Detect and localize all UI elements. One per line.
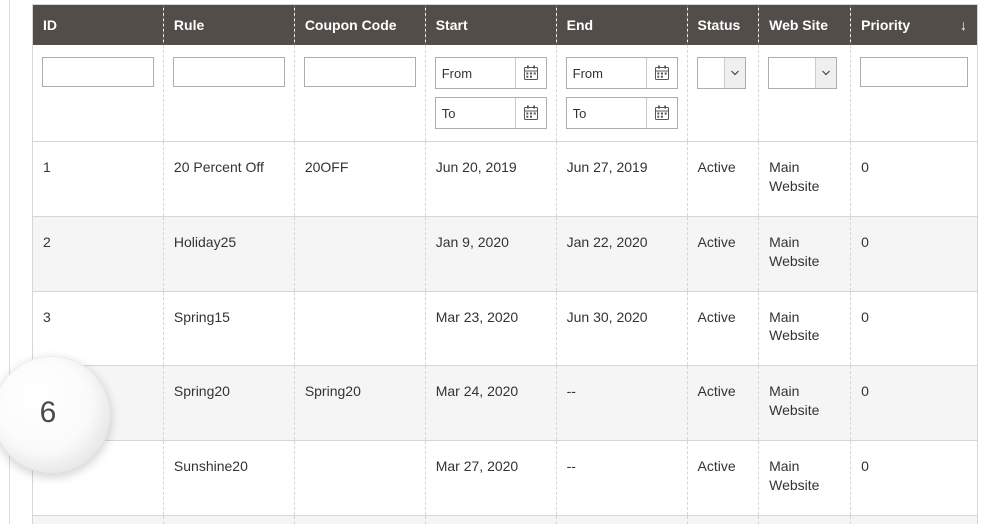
col-header-rule[interactable]: Rule (163, 5, 294, 46)
filter-id-input[interactable] (42, 57, 154, 87)
cell-rule: Spring20 (163, 366, 294, 441)
filter-rule-input[interactable] (173, 57, 285, 87)
cell-start: Jun 20, 2019 (425, 142, 556, 217)
page-left-divider (9, 0, 10, 524)
col-header-id[interactable]: ID (33, 5, 164, 46)
filter-start-from[interactable] (435, 57, 547, 89)
calendar-icon[interactable] (515, 98, 546, 128)
cell-web: Main Website (759, 142, 851, 217)
col-header-status[interactable]: Status (687, 5, 759, 46)
filter-end-from[interactable] (566, 57, 678, 89)
cell-status: Active (687, 441, 759, 516)
col-header-priority[interactable]: Priority ↓ (851, 5, 978, 46)
cell-code: Spring20 (294, 366, 425, 441)
cell-end: -- (556, 441, 687, 516)
cell-rule: Spring15 (163, 291, 294, 366)
chevron-down-icon (815, 58, 836, 88)
cell-prio: 0 (851, 291, 978, 366)
filter-website-value (769, 58, 815, 88)
cell-web: Main Website (759, 366, 851, 441)
table-header-row: ID Rule Coupon Code Start End Status Web… (33, 5, 978, 46)
col-header-code[interactable]: Coupon Code (294, 5, 425, 46)
cell-start: Apr 12, 2020 (425, 515, 556, 524)
cell-rule: SpringTime15 (163, 515, 294, 524)
cell-web: Main Website (759, 441, 851, 516)
calendar-icon[interactable] (515, 58, 546, 88)
calendar-icon[interactable] (646, 98, 677, 128)
sort-desc-icon: ↓ (960, 17, 967, 33)
cell-web: Main Website (759, 515, 851, 524)
cell-status: Active (687, 366, 759, 441)
filter-end-to-input[interactable] (567, 98, 646, 128)
cell-prio: 0 (851, 366, 978, 441)
cell-start: Jan 9, 2020 (425, 216, 556, 291)
cell-id: 6 (33, 515, 164, 524)
col-header-web[interactable]: Web Site (759, 5, 851, 46)
calendar-icon[interactable] (646, 58, 677, 88)
filter-start-from-input[interactable] (436, 58, 515, 88)
filter-website-select[interactable] (768, 57, 837, 89)
cell-end: Jun 30, 2020 (556, 291, 687, 366)
cell-rule: 20 Percent Off (163, 142, 294, 217)
filter-code-input[interactable] (304, 57, 416, 87)
table-row[interactable]: 2 Holiday25 Jan 9, 2020 Jan 22, 2020 Act… (33, 216, 978, 291)
cell-end: Jan 22, 2020 (556, 216, 687, 291)
cell-prio: 0 (851, 515, 978, 524)
cell-start: Mar 23, 2020 (425, 291, 556, 366)
cell-rule: Holiday25 (163, 216, 294, 291)
cell-prio: 0 (851, 441, 978, 516)
cell-end: Jul 18, 2020 (556, 515, 687, 524)
cell-id: 5 (33, 441, 164, 516)
cell-status: Active (687, 515, 759, 524)
filter-status-select[interactable] (697, 57, 746, 89)
cell-id: 2 (33, 216, 164, 291)
col-header-start[interactable]: Start (425, 5, 556, 46)
filter-priority-input[interactable] (860, 57, 968, 87)
cell-code (294, 291, 425, 366)
cell-code (294, 441, 425, 516)
cell-rule: Sunshine20 (163, 441, 294, 516)
cell-id: 1 (33, 142, 164, 217)
table-row[interactable]: 1 20 Percent Off 20OFF Jun 20, 2019 Jun … (33, 142, 978, 217)
cell-web: Main Website (759, 291, 851, 366)
cell-code (294, 515, 425, 524)
filter-end-to[interactable] (566, 97, 678, 129)
cell-code: 20OFF (294, 142, 425, 217)
cell-id: 3 (33, 291, 164, 366)
table-row[interactable]: 3 Spring15 Mar 23, 2020 Jun 30, 2020 Act… (33, 291, 978, 366)
table-row[interactable]: 6 SpringTime15 Apr 12, 2020 Jul 18, 2020… (33, 515, 978, 524)
cell-id: 4 (33, 366, 164, 441)
filter-row (33, 45, 978, 142)
filter-end-from-input[interactable] (567, 58, 646, 88)
cell-end: Jun 27, 2019 (556, 142, 687, 217)
cell-end: -- (556, 366, 687, 441)
cell-prio: 0 (851, 216, 978, 291)
cell-status: Active (687, 142, 759, 217)
table-row[interactable]: 5 Sunshine20 Mar 27, 2020 -- Active Main… (33, 441, 978, 516)
filter-start-to-input[interactable] (436, 98, 515, 128)
cell-start: Mar 27, 2020 (425, 441, 556, 516)
cell-code (294, 216, 425, 291)
rules-table: ID Rule Coupon Code Start End Status Web… (32, 4, 978, 524)
cell-web: Main Website (759, 216, 851, 291)
filter-start-to[interactable] (435, 97, 547, 129)
cell-prio: 0 (851, 142, 978, 217)
cell-status: Active (687, 216, 759, 291)
chevron-down-icon (724, 58, 745, 88)
filter-status-value (698, 58, 724, 88)
col-header-end[interactable]: End (556, 5, 687, 46)
table-row[interactable]: 4 Spring20 Spring20 Mar 24, 2020 -- Acti… (33, 366, 978, 441)
cell-status: Active (687, 291, 759, 366)
cell-start: Mar 24, 2020 (425, 366, 556, 441)
